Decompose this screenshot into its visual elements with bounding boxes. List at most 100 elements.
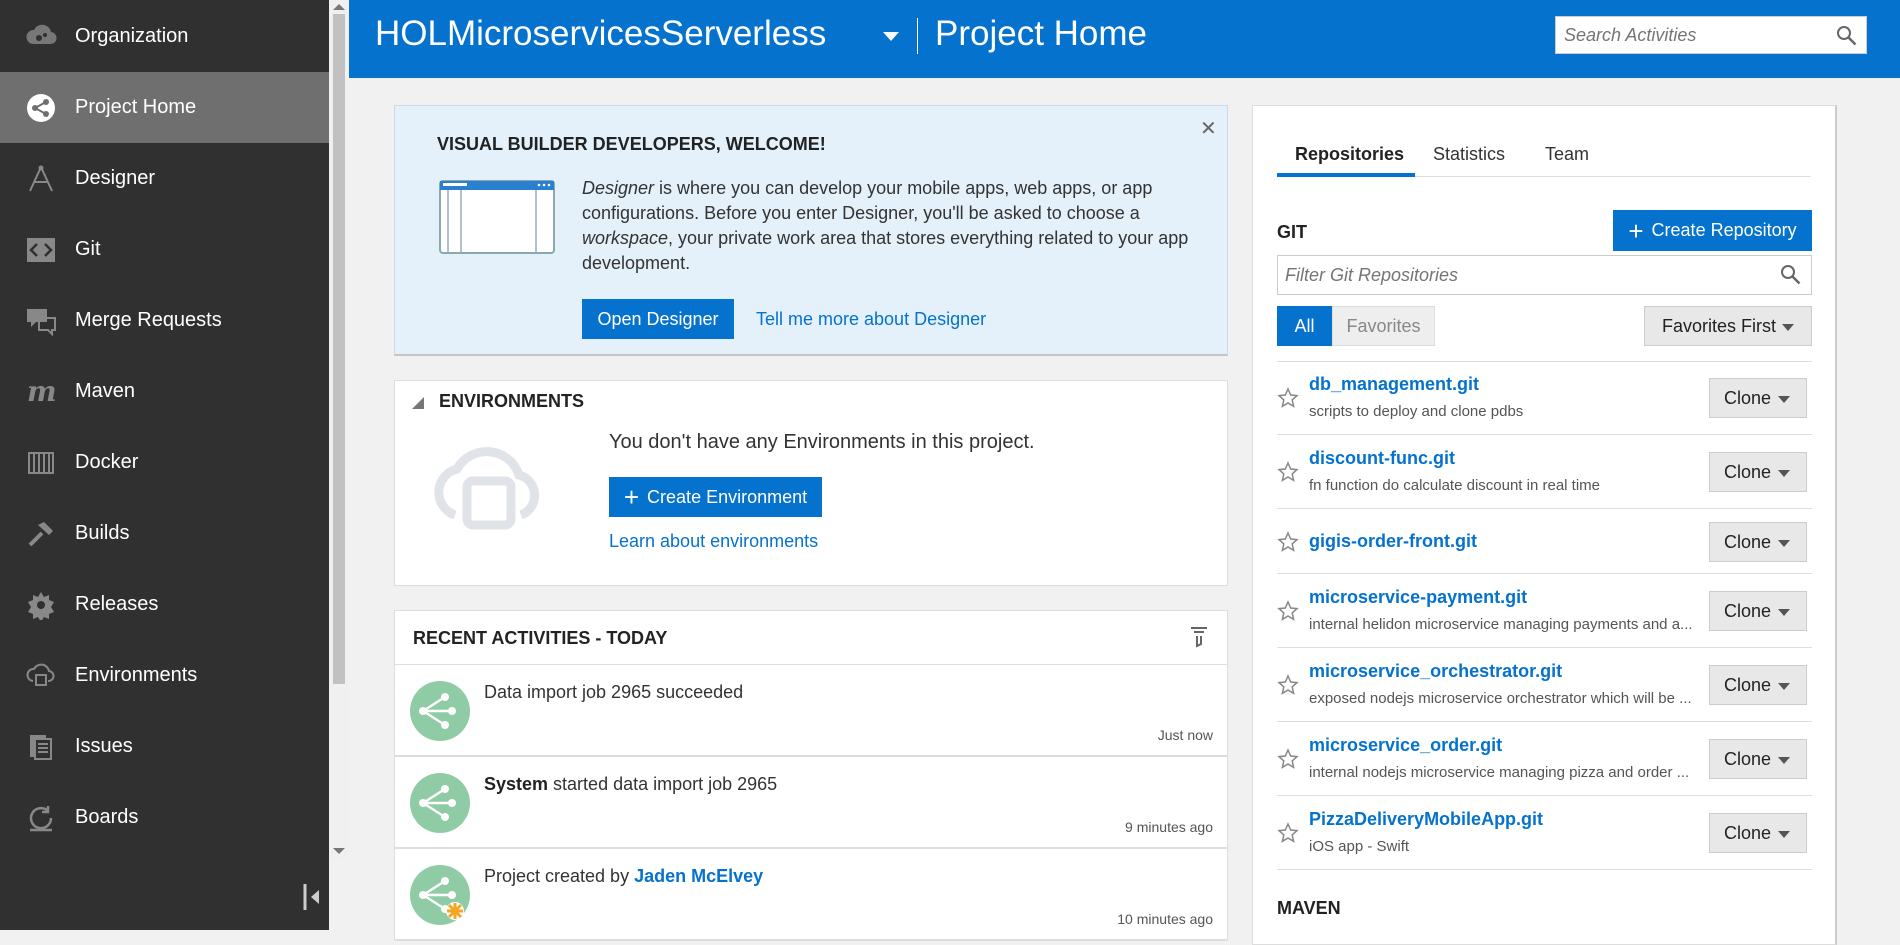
sidebar-item-organization[interactable]: Organization xyxy=(0,1,329,72)
sidebar-item-docker[interactable]: Docker xyxy=(0,427,329,498)
environments-empty-text: You don't have any Environments in this … xyxy=(609,431,1035,453)
create-environment-button[interactable]: + Create Environment xyxy=(609,477,822,517)
designer-illustration xyxy=(439,180,555,259)
merge-requests-icon xyxy=(24,304,58,338)
repo-name-link[interactable]: PizzaDeliveryMobileApp.git xyxy=(1309,809,1543,830)
sidebar-item-merge-requests[interactable]: Merge Requests xyxy=(0,285,329,356)
sidebar-item-environments[interactable]: Environments xyxy=(0,640,329,711)
clone-dropdown[interactable]: Clone xyxy=(1709,452,1807,492)
environments-icon xyxy=(24,659,58,693)
search-icon[interactable] xyxy=(1780,264,1802,291)
project-created-icon xyxy=(409,864,471,931)
star-icon[interactable] xyxy=(1277,674,1299,701)
welcome-description: Designer is where you can develop your m… xyxy=(582,176,1192,276)
filter-repositories-box[interactable] xyxy=(1277,255,1812,295)
repo-description: iOS app - Swift xyxy=(1309,838,1410,855)
active-tab-indicator xyxy=(1277,173,1415,177)
sidebar-item-git[interactable]: Git xyxy=(0,214,329,285)
sidebar-item-boards[interactable]: Boards xyxy=(0,782,329,853)
designer-icon xyxy=(24,162,58,196)
sort-label: Favorites First xyxy=(1662,315,1777,336)
star-icon[interactable] xyxy=(1277,822,1299,849)
collapse-sidebar-icon[interactable] xyxy=(300,880,324,914)
scroll-down-icon[interactable] xyxy=(333,848,345,854)
activity-icon xyxy=(409,680,471,747)
clone-dropdown[interactable]: Clone xyxy=(1709,591,1807,631)
recent-activities-card: RECENT ACTIVITIES - TODAY Data import jo… xyxy=(394,610,1228,941)
docker-icon xyxy=(24,446,58,480)
filter-icon[interactable] xyxy=(1190,626,1208,653)
open-designer-button[interactable]: Open Designer xyxy=(582,299,734,339)
clone-label: Clone xyxy=(1724,461,1772,482)
sidebar-item-issues[interactable]: Issues xyxy=(0,711,329,782)
close-icon[interactable]: ✕ xyxy=(1200,116,1217,141)
sidebar-item-maven[interactable]: m Maven xyxy=(0,356,329,427)
page-header: HOLMicroservicesServerless Project Home xyxy=(349,0,1900,78)
clone-dropdown[interactable]: Clone xyxy=(1709,378,1807,418)
sidebar-item-project-home[interactable]: Project Home xyxy=(0,72,329,143)
welcome-text-part: is where you can develop your mobile app… xyxy=(582,178,1153,223)
scroll-up-icon[interactable] xyxy=(333,4,345,10)
clone-dropdown[interactable]: Clone xyxy=(1709,665,1807,705)
collapse-triangle-icon[interactable] xyxy=(412,397,424,409)
welcome-banner: VISUAL BUILDER DEVELOPERS, WELCOME! ✕ De… xyxy=(394,105,1228,356)
maven-icon: m xyxy=(24,375,58,409)
user-link[interactable]: Jaden McElvey xyxy=(634,866,763,886)
repo-row: microservice_order.git internal nodejs m… xyxy=(1277,723,1812,796)
sidebar-item-releases[interactable]: Releases xyxy=(0,569,329,640)
learn-environments-link[interactable]: Learn about environments xyxy=(609,531,818,552)
sidebar-item-designer[interactable]: Designer xyxy=(0,143,329,214)
create-environment-label: Create Environment xyxy=(647,486,808,507)
activity-text: Project created by Jaden McElvey xyxy=(484,866,763,887)
clone-dropdown[interactable]: Clone xyxy=(1709,522,1807,562)
activity-text: System started data import job 2965 xyxy=(484,774,777,795)
activity-row: Data import job 2965 succeeded Just now xyxy=(395,666,1227,757)
repo-row: gigis-order-front.git Clone xyxy=(1277,510,1812,574)
scrollbar-thumb[interactable] xyxy=(333,14,345,684)
releases-icon xyxy=(24,588,58,622)
builds-icon xyxy=(24,517,58,551)
project-home-icon xyxy=(24,91,58,125)
tab-repositories[interactable]: Repositories xyxy=(1295,144,1404,165)
repo-name-link[interactable]: gigis-order-front.git xyxy=(1309,531,1477,552)
activities-title: RECENT ACTIVITIES - TODAY xyxy=(413,628,668,648)
sidebar-item-builds[interactable]: Builds xyxy=(0,498,329,569)
repo-name-link[interactable]: microservice-payment.git xyxy=(1309,587,1527,608)
tab-team[interactable]: Team xyxy=(1545,144,1589,165)
chevron-down-icon xyxy=(1778,683,1790,690)
search-input[interactable] xyxy=(1564,25,1824,46)
search-icon[interactable] xyxy=(1836,25,1858,52)
tell-me-more-link[interactable]: Tell me more about Designer xyxy=(756,309,986,330)
filter-all-button[interactable]: All xyxy=(1277,306,1332,346)
sidebar-item-label: Project Home xyxy=(75,96,197,118)
project-name: HOLMicroservicesServerless xyxy=(375,14,827,53)
repo-name-link[interactable]: microservice_order.git xyxy=(1309,735,1502,756)
clone-dropdown[interactable]: Clone xyxy=(1709,739,1807,779)
repo-name-link[interactable]: microservice_orchestrator.git xyxy=(1309,661,1562,682)
repo-name-link[interactable]: discount-func.git xyxy=(1309,448,1455,469)
create-repository-button[interactable]: + Create Repository xyxy=(1613,210,1812,251)
activity-message: started data import job 2965 xyxy=(548,774,778,794)
sort-dropdown[interactable]: Favorites First xyxy=(1644,306,1812,346)
repo-description: internal helidon microservice managing p… xyxy=(1309,616,1693,633)
welcome-text-part: , your private work area that stores eve… xyxy=(582,228,1189,273)
clone-label: Clone xyxy=(1724,822,1772,843)
filter-repositories-input[interactable] xyxy=(1285,265,1765,286)
chevron-down-icon xyxy=(1778,396,1790,403)
sidebar-item-label: Merge Requests xyxy=(75,309,222,331)
activity-row: System started data import job 2965 9 mi… xyxy=(395,758,1227,849)
clone-label: Clone xyxy=(1724,387,1772,408)
chevron-down-icon xyxy=(1778,609,1790,616)
star-icon[interactable] xyxy=(1277,387,1299,414)
tab-statistics[interactable]: Statistics xyxy=(1433,144,1505,165)
search-box[interactable] xyxy=(1555,16,1867,54)
issues-icon xyxy=(24,730,58,764)
filter-favorites-button[interactable]: Favorites xyxy=(1332,306,1435,346)
star-icon[interactable] xyxy=(1277,461,1299,488)
repo-name-link[interactable]: db_management.git xyxy=(1309,374,1479,395)
project-dropdown-icon[interactable] xyxy=(883,32,899,41)
star-icon[interactable] xyxy=(1277,748,1299,775)
star-icon[interactable] xyxy=(1277,600,1299,627)
clone-dropdown[interactable]: Clone xyxy=(1709,813,1807,853)
star-icon[interactable] xyxy=(1277,531,1299,558)
